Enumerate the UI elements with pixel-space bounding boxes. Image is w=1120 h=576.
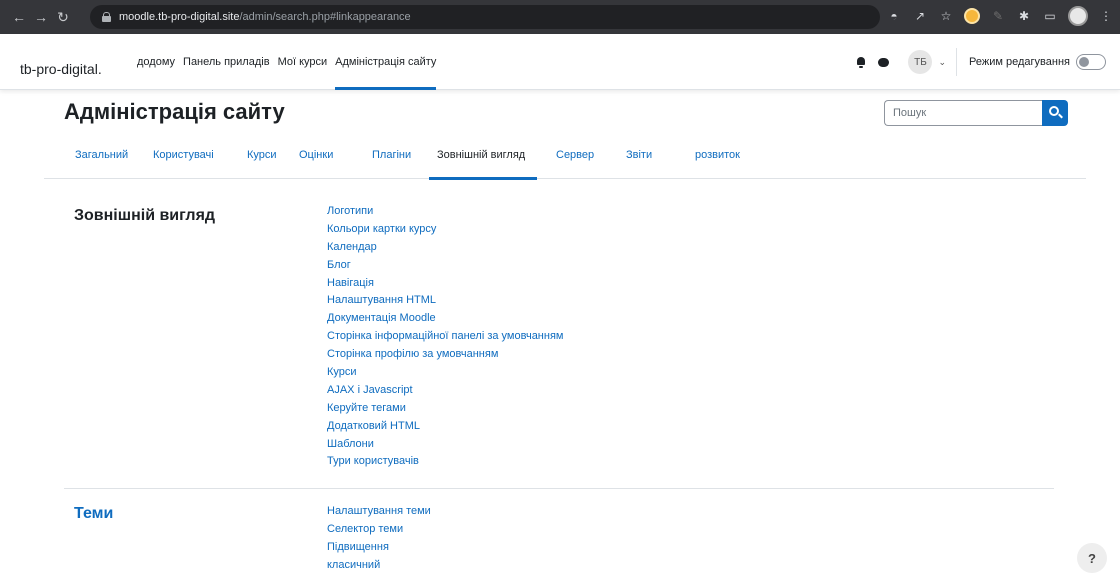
url-path: /admin/search.php#linkappearance xyxy=(239,11,411,23)
admin-search xyxy=(884,100,1068,126)
user-avatar[interactable]: ТБ xyxy=(908,50,933,74)
link-manage-tags[interactable]: Керуйте тегами xyxy=(327,400,563,418)
link-theme-classic[interactable]: класичний xyxy=(327,557,431,575)
sidepanel-icon[interactable]: ▭ xyxy=(1042,9,1058,23)
menu-icon[interactable]: ⋮ xyxy=(1098,9,1114,23)
tab-users[interactable]: Користувачі xyxy=(153,139,214,179)
nav-item-site-admin[interactable]: Адміністрація сайту xyxy=(331,34,440,90)
tab-general[interactable]: Загальний xyxy=(75,139,128,179)
link-theme-boost[interactable]: Підвищення xyxy=(327,539,431,557)
search-input[interactable] xyxy=(884,100,1042,126)
link-default-profile[interactable]: Сторінка профілю за умовчанням xyxy=(327,346,563,364)
translate-icon[interactable]: ◓ xyxy=(886,9,902,23)
chevron-down-icon[interactable]: ⌄ xyxy=(938,57,946,68)
tab-reports[interactable]: Звіти xyxy=(626,139,652,179)
tab-server[interactable]: Сервер xyxy=(556,139,594,179)
themes-links: Налаштування теми Селектор теми Підвищен… xyxy=(327,503,431,575)
link-additional-html[interactable]: Додатковий HTML xyxy=(327,418,563,436)
link-default-dashboard[interactable]: Сторінка інформаційної панелі за умовчан… xyxy=(327,328,563,346)
back-icon[interactable]: ← xyxy=(8,9,30,25)
edit-mode-toggle[interactable] xyxy=(1076,54,1106,70)
star-icon[interactable]: ☆ xyxy=(938,9,954,23)
toggle-knob xyxy=(1079,57,1089,67)
tab-plugins[interactable]: Плагіни xyxy=(372,139,411,179)
link-html-settings[interactable]: Налаштування HTML xyxy=(327,292,563,310)
puzzle-icon[interactable]: ✱ xyxy=(1016,9,1032,23)
primary-navigation: додому Панель приладів Мої курси Адмініс… xyxy=(133,34,440,90)
link-calendar[interactable]: Календар xyxy=(327,239,563,257)
page-title: Адміністрація сайту xyxy=(64,99,285,124)
site-navbar: tb-pro-digital. додому Панель приладів М… xyxy=(0,34,1120,90)
link-blog[interactable]: Блог xyxy=(327,257,563,275)
tab-appearance[interactable]: Зовнішній вигляд xyxy=(428,139,538,180)
browser-toolbar: ← → ↻ moodle.tb-pro-digital.site/admin/s… xyxy=(0,0,1120,34)
address-bar[interactable]: moodle.tb-pro-digital.site/admin/search.… xyxy=(90,5,880,29)
help-button[interactable]: ? xyxy=(1077,543,1107,573)
notification-bell-icon[interactable] xyxy=(856,56,866,68)
messages-icon[interactable] xyxy=(878,57,890,67)
link-ajax-javascript[interactable]: AJAX і Javascript xyxy=(327,382,563,400)
tab-development[interactable]: розвиток xyxy=(695,139,740,179)
link-logos[interactable]: Логотипи xyxy=(327,203,563,221)
nav-item-my-courses[interactable]: Мої курси xyxy=(274,34,332,90)
extension-icon[interactable] xyxy=(964,8,980,24)
pen-icon[interactable]: ✎ xyxy=(990,9,1006,23)
link-moodle-docs[interactable]: Документація Moodle xyxy=(327,310,563,328)
search-button[interactable] xyxy=(1042,100,1068,126)
link-theme-settings[interactable]: Налаштування теми xyxy=(327,503,431,521)
section-divider xyxy=(64,488,1054,489)
nav-item-dashboard[interactable]: Панель приладів xyxy=(179,34,274,90)
reload-icon[interactable]: ↻ xyxy=(52,9,74,26)
edit-mode-label: Режим редагування xyxy=(969,56,1070,68)
link-courses[interactable]: Курси xyxy=(327,364,563,382)
link-navigation[interactable]: Навігація xyxy=(327,275,563,293)
link-templates[interactable]: Шаблони xyxy=(327,436,563,454)
link-course-card-colours[interactable]: Кольори картки курсу xyxy=(327,221,563,239)
section-heading-appearance: Зовнішній вигляд xyxy=(74,207,216,224)
admin-tabs: Загальний Користувачі Курси Оцінки Плагі… xyxy=(44,139,1086,180)
tab-grades[interactable]: Оцінки xyxy=(299,139,333,179)
lock-icon[interactable] xyxy=(102,12,111,22)
appearance-links: Логотипи Кольори картки курсу Календар Б… xyxy=(327,203,563,471)
navbar-divider xyxy=(956,48,958,76)
site-brand[interactable]: tb-pro-digital. xyxy=(20,61,102,77)
section-heading-themes[interactable]: Теми xyxy=(74,505,113,523)
nav-item-home[interactable]: додому xyxy=(133,34,179,90)
profile-icon[interactable] xyxy=(1068,6,1088,26)
forward-icon[interactable]: → xyxy=(30,9,52,25)
link-user-tours[interactable]: Тури користувачів xyxy=(327,453,563,471)
tab-courses[interactable]: Курси xyxy=(247,139,277,179)
share-icon[interactable]: ↗ xyxy=(912,9,928,23)
link-theme-selector[interactable]: Селектор теми xyxy=(327,521,431,539)
url-host: moodle.tb-pro-digital.site xyxy=(119,11,240,23)
